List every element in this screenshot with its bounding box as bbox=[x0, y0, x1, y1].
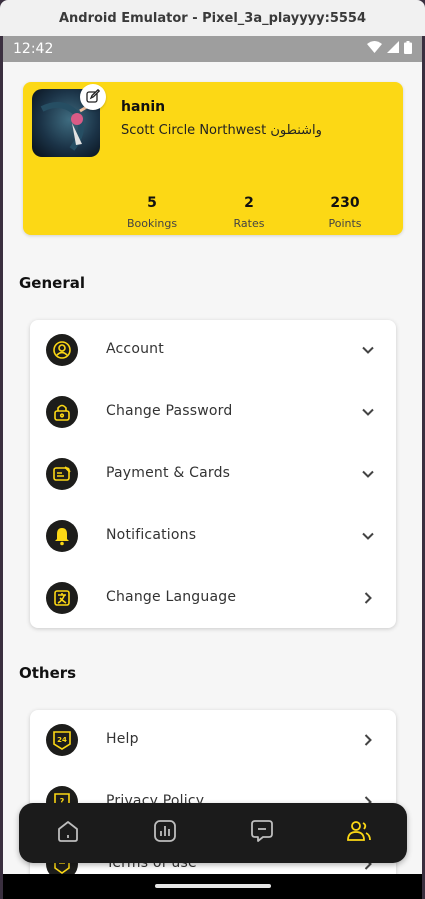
nav-profile[interactable] bbox=[339, 813, 379, 853]
status-bar: 12:42 bbox=[3, 36, 422, 62]
menu-item-notifications[interactable]: Notifications bbox=[30, 506, 396, 568]
stats-icon bbox=[152, 818, 178, 848]
stat-bookings: 5 Bookings bbox=[107, 195, 197, 230]
menu-label: Notifications bbox=[106, 527, 197, 543]
profile-icon bbox=[346, 818, 372, 848]
lock-icon bbox=[46, 396, 78, 428]
nav-home[interactable] bbox=[48, 813, 88, 853]
wifi-icon bbox=[367, 41, 382, 57]
svg-text:24: 24 bbox=[57, 736, 67, 744]
home-indicator[interactable] bbox=[155, 884, 271, 888]
stat-value: 5 bbox=[147, 195, 157, 211]
menu-item-help[interactable]: 24 Help bbox=[30, 710, 396, 772]
bottom-navigation bbox=[19, 803, 407, 863]
window-titlebar: Android Emulator - Pixel_3a_playyyy:5554 bbox=[0, 0, 425, 36]
section-title-others: Others bbox=[19, 664, 77, 682]
messages-icon bbox=[249, 818, 275, 848]
nav-messages[interactable] bbox=[242, 813, 282, 853]
system-navigation-bar bbox=[3, 874, 422, 899]
stat-value: 230 bbox=[330, 195, 360, 211]
battery-icon bbox=[404, 40, 412, 58]
menu-label: Change Password bbox=[106, 403, 233, 419]
stat-points: 230 Points bbox=[300, 195, 390, 230]
account-icon bbox=[46, 334, 78, 366]
home-icon bbox=[55, 818, 81, 848]
edit-icon bbox=[86, 88, 101, 107]
menu-label: Account bbox=[106, 341, 164, 357]
profile-address: Scott Circle Northwest واشنطون bbox=[121, 123, 322, 138]
nav-stats[interactable] bbox=[145, 813, 185, 853]
chevron-down-icon bbox=[360, 404, 376, 420]
chevron-down-icon bbox=[360, 466, 376, 482]
stat-label: Bookings bbox=[126, 217, 178, 230]
section-title-general: General bbox=[19, 274, 85, 292]
stat-rates: 2 Rates bbox=[204, 195, 294, 230]
chevron-right-icon bbox=[360, 732, 376, 748]
chevron-down-icon bbox=[360, 342, 376, 358]
chevron-right-icon bbox=[360, 590, 376, 606]
status-time: 12:42 bbox=[13, 41, 54, 57]
window-title: Android Emulator - Pixel_3a_playyyy:5554 bbox=[58, 10, 367, 26]
edit-avatar-button[interactable] bbox=[80, 84, 106, 110]
bell-icon bbox=[46, 520, 78, 552]
language-icon bbox=[46, 582, 78, 614]
card-icon bbox=[46, 458, 78, 490]
stat-label: Points bbox=[328, 217, 362, 230]
menu-label: Change Language bbox=[106, 589, 237, 605]
profile-name: hanin bbox=[121, 99, 166, 115]
menu-item-change-language[interactable]: Change Language bbox=[30, 568, 396, 630]
signal-icon bbox=[387, 41, 399, 57]
menu-item-payment-cards[interactable]: Payment & Cards bbox=[30, 444, 396, 506]
general-menu: Account Change Password Payment & Cards … bbox=[30, 320, 396, 628]
menu-item-account[interactable]: Account bbox=[30, 320, 396, 382]
chevron-down-icon bbox=[360, 528, 376, 544]
help-24-icon: 24 bbox=[46, 724, 78, 756]
app-screen: hanin Scott Circle Northwest واشنطون 5 B… bbox=[3, 62, 422, 874]
profile-card: hanin Scott Circle Northwest واشنطون 5 B… bbox=[23, 82, 403, 235]
menu-label: Payment & Cards bbox=[106, 465, 231, 481]
stat-value: 2 bbox=[244, 195, 254, 211]
stat-label: Rates bbox=[233, 217, 265, 230]
menu-label: Help bbox=[106, 731, 139, 747]
menu-item-change-password[interactable]: Change Password bbox=[30, 382, 396, 444]
